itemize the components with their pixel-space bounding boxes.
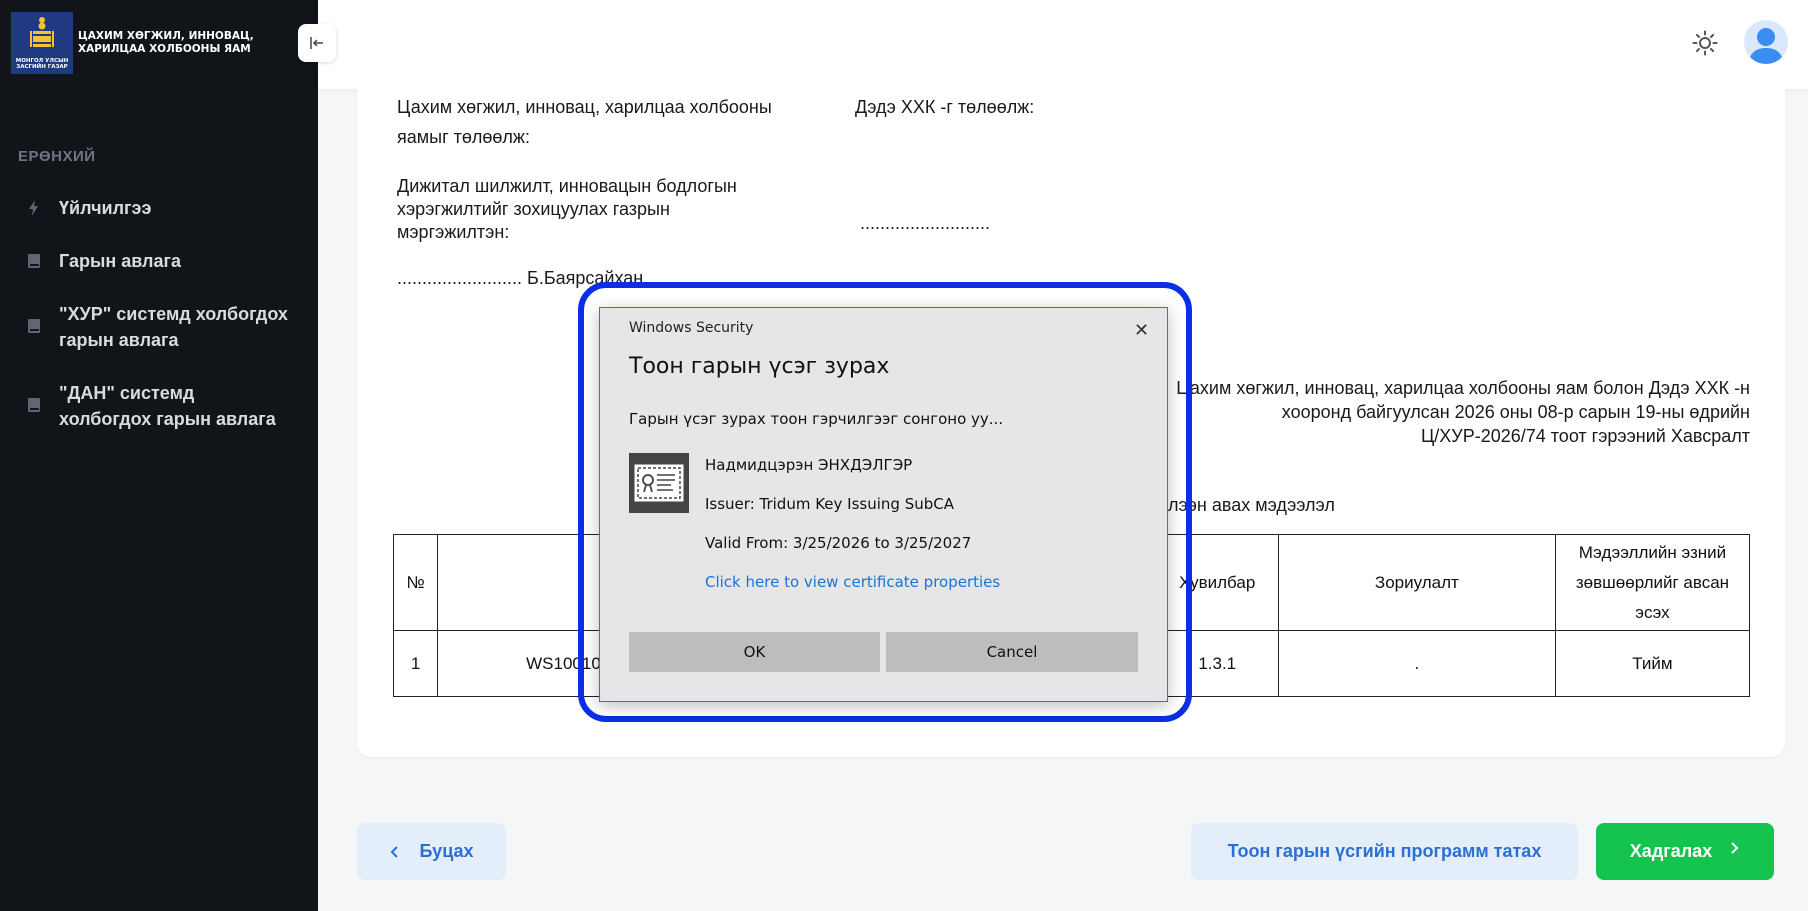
right-party: Дэдэ ХХК -г төлөөлж: — [855, 97, 1035, 117]
lightning-icon — [29, 200, 38, 216]
user-avatar[interactable] — [1744, 20, 1788, 64]
cancel-button[interactable]: Cancel — [886, 632, 1138, 672]
book-icon — [28, 319, 40, 333]
sidebar-item-label: Гарын авлага — [59, 251, 182, 271]
user-avatar-icon — [1748, 28, 1784, 64]
brand[interactable]: МОНГОЛ УЛСЫН ЗАСГИЙН ГАЗАР ЦАХИМ ХӨГЖИЛ,… — [11, 12, 258, 74]
sun-icon — [1692, 30, 1718, 56]
sidebar-item-khur-manual[interactable]: "ХУР" системд холбогдох гарын авлага — [0, 301, 300, 353]
sidebar: МОНГОЛ УЛСЫН ЗАСГИЙН ГАЗАР ЦАХИМ ХӨГЖИЛ,… — [0, 0, 318, 911]
cell-consent: Тийм — [1554, 630, 1751, 697]
sidebar-item-label: Үйлчилгээ — [59, 198, 152, 218]
arrow-left-bar-icon — [310, 37, 323, 49]
certificate-properties-link[interactable]: Click here to view certificate propertie… — [705, 573, 1000, 591]
annex-line3: Ц/ХУР-2026/74 тоот гэрээний Хавсралт — [1420, 426, 1750, 446]
annex-line2: хооронд байгуулсан 2026 оны 08-р сарын 1… — [1281, 402, 1750, 422]
chevron-right-icon — [1731, 841, 1739, 854]
section-label: ЕРӨНХИЙ — [18, 148, 96, 165]
ok-button[interactable]: OK — [629, 632, 880, 672]
download-signing-app-button[interactable]: Тоон гарын үсгийн программ татах — [1191, 823, 1578, 880]
back-button[interactable]: Буцах — [357, 823, 506, 880]
sidebar-item-label: "ХУР" системд холбогдох гарын авлага — [59, 304, 288, 350]
book-icon — [28, 398, 40, 412]
certificate-issuer: Issuer: Tridum Key Issuing SubCA — [705, 495, 954, 513]
close-icon[interactable]: ✕ — [1134, 320, 1149, 341]
sidebar-item-manual[interactable]: Гарын авлага — [0, 248, 318, 274]
left-role-line2: хэрэгжилтийг зохицуулах газрын — [397, 199, 670, 219]
theme-toggle-button[interactable] — [1692, 30, 1718, 61]
certificate-name[interactable]: Надмидцэрэн ЭНХДЭЛГЭР — [705, 456, 912, 474]
org-name: ЦАХИМ ХӨГЖИЛ, ИННОВАЦ, ХАРИЛЦАА ХОЛБООНЫ… — [78, 30, 254, 55]
left-party-line2: яамыг төлөөлж: — [397, 127, 530, 147]
certificate-icon[interactable] — [629, 453, 689, 513]
certificate-validity: Valid From: 3/25/2026 to 3/25/2027 — [705, 534, 972, 552]
dialog-prompt: Гарын үсэг зурах тоон гэрчилгээг сонгоно… — [629, 410, 1004, 428]
save-button[interactable]: Хадгалах — [1596, 823, 1774, 880]
left-role-line3: мэргэжилтэн: — [397, 222, 510, 242]
col-purpose: Зориулалт — [1277, 534, 1556, 631]
sidebar-item-services[interactable]: Үйлчилгээ — [0, 195, 318, 221]
left-party-line1: Цахим хөгжил, инновац, харилцаа холбооны — [397, 97, 772, 117]
col-number: № — [392, 534, 439, 631]
windows-security-dialog: Windows Security ✕ Тоон гарын үсэг зурах… — [599, 307, 1168, 702]
right-signature: .......................... — [860, 213, 991, 233]
dialog-heading: Тоон гарын үсэг зурах — [629, 354, 890, 379]
back-button-label: Буцах — [419, 841, 474, 861]
chevron-left-icon — [391, 845, 399, 858]
sidebar-item-label: "ДАН" системд холбогдох гарын авлага — [59, 383, 276, 429]
annex-line1: Цахим хөгжил, инновац, харилцаа холбооны… — [1176, 378, 1750, 398]
col-consent: Мэдээллийн эзний зөвшөөрлийг авсан эсэх — [1554, 534, 1751, 631]
download-button-label: Тоон гарын үсгийн программ татах — [1227, 841, 1542, 861]
top-header — [318, 0, 1808, 89]
left-role-line1: Дижитал шилжилт, инновацын бодлогын — [397, 176, 737, 196]
logo-text: МОНГОЛ УЛСЫН ЗАСГИЙН ГАЗАР — [15, 58, 69, 70]
soyombo-icon — [30, 17, 54, 47]
government-logo: МОНГОЛ УЛСЫН ЗАСГИЙН ГАЗАР — [11, 12, 73, 74]
sidebar-item-dan-manual[interactable]: "ДАН" системд холбогдох гарын авлага — [0, 380, 300, 432]
collapse-sidebar-button[interactable] — [298, 24, 336, 62]
save-button-label: Хадгалах — [1629, 841, 1713, 861]
cell-purpose: . — [1277, 630, 1556, 697]
cell-number: 1 — [392, 630, 439, 697]
book-icon — [28, 254, 40, 268]
dialog-window-title: Windows Security — [629, 320, 754, 336]
